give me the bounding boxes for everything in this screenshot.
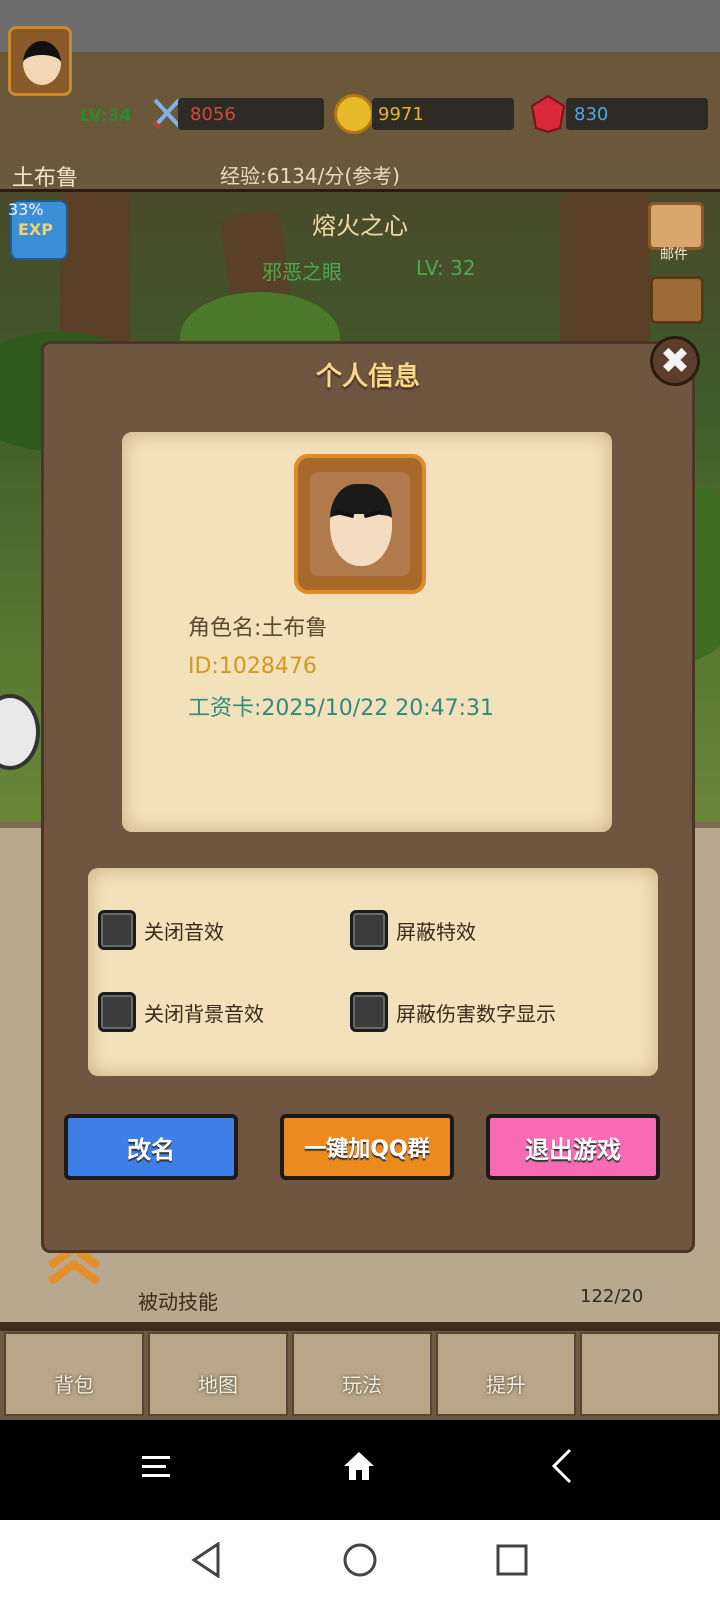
setting-mute-bgm[interactable]: 关闭背景音效 xyxy=(98,992,264,1032)
role-name: 角色名:土布鲁 xyxy=(188,616,328,641)
checkbox[interactable] xyxy=(98,910,136,950)
player-level: LV:34 xyxy=(80,106,132,126)
close-button[interactable]: ✖ xyxy=(650,336,700,386)
exp-badge-label: EXP xyxy=(18,220,53,239)
recents-square-icon[interactable] xyxy=(496,1544,528,1576)
player-name: 土布鲁 xyxy=(12,166,79,191)
character-portrait xyxy=(294,454,426,594)
profile-modal: 个人信息 角色名:土布鲁 ID:1028476 工资卡:2025/10/22 2… xyxy=(44,344,692,1250)
close-icon: ✖ xyxy=(659,341,691,382)
setting-hide-effects[interactable]: 屏蔽特效 xyxy=(350,910,476,950)
nav-tab-play[interactable]: 玩法 xyxy=(292,1332,432,1416)
nav-tab-empty xyxy=(580,1332,720,1416)
nav-tab-map[interactable]: 地图 xyxy=(148,1332,288,1416)
home-circle-icon[interactable] xyxy=(342,1542,378,1578)
chevron-up-icon[interactable] xyxy=(46,1244,102,1284)
coin-icon xyxy=(334,94,374,134)
exp-percent: 33% xyxy=(8,200,44,219)
checkbox[interactable] xyxy=(350,910,388,950)
gem-icon xyxy=(530,94,566,134)
nav-tab-upgrade[interactable]: 提升 xyxy=(436,1332,576,1416)
menu-icon[interactable] xyxy=(142,1454,172,1480)
mail-label: 邮件 xyxy=(660,247,688,263)
scene-title: 熔火之心 xyxy=(312,212,408,240)
power-value: 8056 xyxy=(190,104,236,125)
join-qq-group-button[interactable]: 一键加QQ群 xyxy=(280,1114,454,1180)
exp-rate: 经验:6134/分(参考) xyxy=(220,164,400,188)
setting-label: 屏蔽伤害数字显示 xyxy=(396,1001,556,1026)
modal-title: 个人信息 xyxy=(315,362,420,392)
app-nav-bar xyxy=(0,1420,720,1520)
player-avatar[interactable] xyxy=(8,26,72,96)
wage-card: 工资卡:2025/10/22 20:47:31 xyxy=(188,696,495,721)
checkbox[interactable] xyxy=(98,992,136,1032)
setting-mute-sfx[interactable]: 关闭音效 xyxy=(98,910,224,950)
passive-skills-label: 被动技能 xyxy=(138,1290,218,1314)
mail-icon[interactable] xyxy=(648,202,704,250)
skill-points-count: 122/20 xyxy=(580,1286,644,1307)
settings-card: 关闭音效 屏蔽特效 关闭背景音效 屏蔽伤害数字显示 xyxy=(88,868,658,1076)
system-nav-bar xyxy=(0,1520,720,1600)
info-card: 角色名:土布鲁 ID:1028476 工资卡:2025/10/22 20:47:… xyxy=(122,432,612,832)
status-strip xyxy=(0,0,720,52)
setting-hide-damage-numbers[interactable]: 屏蔽伤害数字显示 xyxy=(350,992,556,1032)
setting-label: 关闭音效 xyxy=(144,919,224,944)
boss-name: 邪恶之眼 xyxy=(262,260,342,284)
role-id: ID:1028476 xyxy=(188,654,317,679)
checkbox[interactable] xyxy=(350,992,388,1032)
exit-game-button[interactable]: 退出游戏 xyxy=(486,1114,660,1180)
gem-value: 830 xyxy=(574,104,609,125)
back-triangle-icon[interactable] xyxy=(190,1542,222,1578)
gold-value: 9971 xyxy=(378,104,424,125)
home-icon[interactable] xyxy=(342,1450,376,1482)
setting-label: 屏蔽特效 xyxy=(396,919,476,944)
back-chevron-icon[interactable] xyxy=(550,1448,574,1484)
setting-label: 关闭背景音效 xyxy=(144,1001,264,1026)
boss-level: LV: 32 xyxy=(416,256,476,280)
rename-button[interactable]: 改名 xyxy=(64,1114,238,1180)
nav-tab-bag[interactable]: 背包 xyxy=(4,1332,144,1416)
chest-icon[interactable] xyxy=(650,276,704,324)
